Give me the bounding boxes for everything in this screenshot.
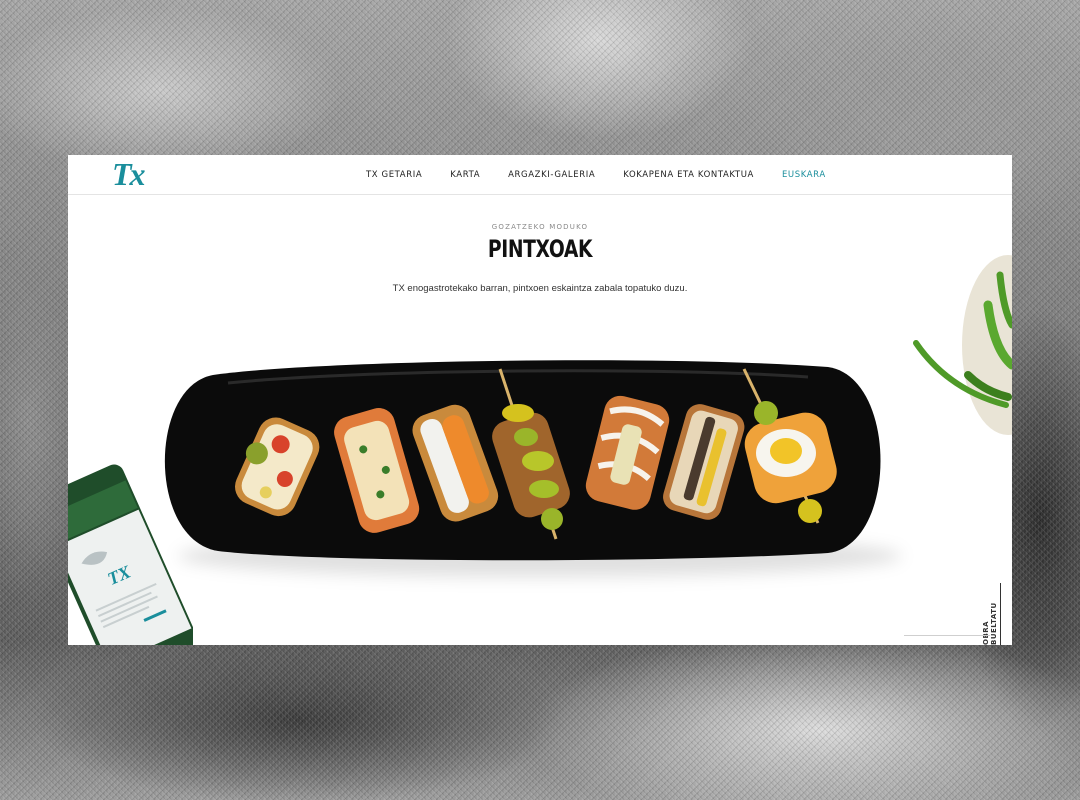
pintxos-platter-image xyxy=(164,360,881,561)
website-screenshot: Tx TX GETARIA KARTA ARGAZKI-GALERIA KOKA… xyxy=(68,155,1012,645)
bottom-divider xyxy=(904,635,990,636)
